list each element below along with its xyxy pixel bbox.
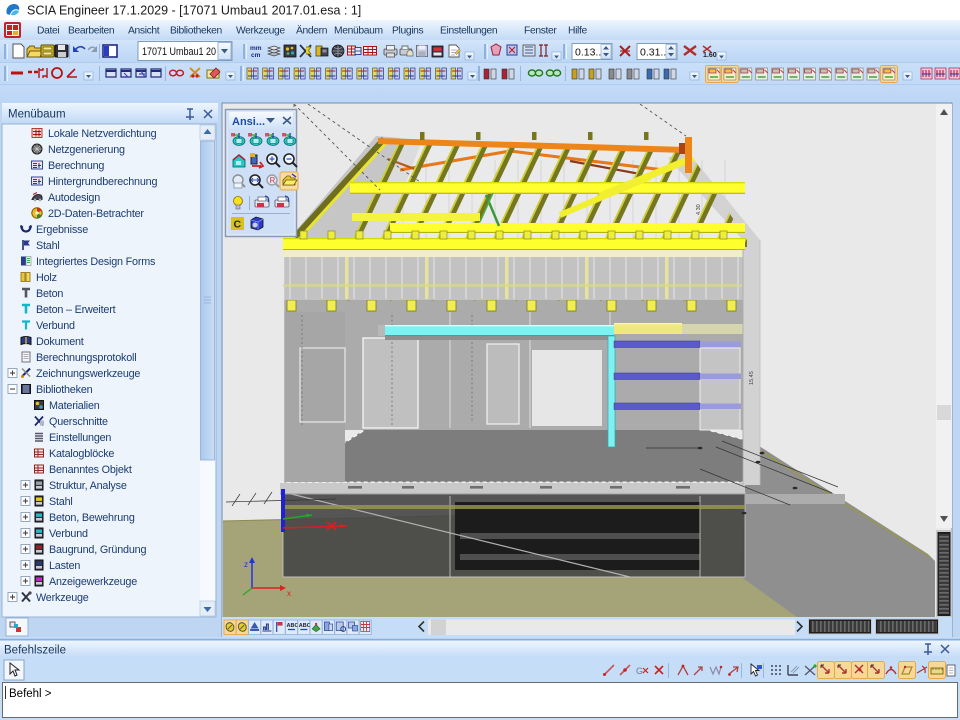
svg-text:R: R [270,176,276,185]
svg-text:Bibliotheken: Bibliotheken [36,384,93,396]
svg-text:Netzgenerierung: Netzgenerierung [48,144,125,156]
svg-text:Dokument: Dokument [36,336,84,348]
svg-text:Hintergrundberechnung: Hintergrundberechnung [48,176,157,188]
svg-text:Anzeigewerkzeuge: Anzeigewerkzeuge [49,576,137,588]
svg-text:Katalogblöcke: Katalogblöcke [49,448,114,460]
svg-text:Lasten: Lasten [49,560,80,572]
svg-text:SCIA Engineer 17.1.2029 - [170: SCIA Engineer 17.1.2029 - [17071 Umbau1 … [27,4,361,18]
svg-text:Beton: Beton [36,288,63,300]
svg-text:Ergebnisse: Ergebnisse [36,224,88,236]
svg-text:Ansi...: Ansi... [232,116,265,128]
svg-text:Befehlszeile: Befehlszeile [4,645,66,657]
svg-text:ABC: ABC [287,623,299,629]
svg-text:Datei: Datei [37,26,59,37]
svg-text:Holz: Holz [36,272,57,284]
svg-text:Materialien: Materialien [49,400,100,412]
svg-text:Menübaum: Menübaum [334,26,383,37]
svg-text:Stahl: Stahl [49,496,73,508]
svg-text:Beton, Bewehrung: Beton, Bewehrung [49,512,135,524]
svg-text:Zeichnungswerkzeuge: Zeichnungswerkzeuge [36,368,140,380]
svg-text:Stahl: Stahl [36,240,60,252]
svg-text:G: G [636,666,643,676]
svg-text:Baugrund, Gründung: Baugrund, Gründung [49,544,146,556]
svg-text:2D-Daten-Betrachter: 2D-Daten-Betrachter [48,208,144,220]
svg-text:z: z [244,560,248,569]
svg-text:Autodesign: Autodesign [48,192,100,204]
svg-text:cm: cm [251,52,261,59]
svg-text:Integriertes Design Forms: Integriertes Design Forms [36,256,156,268]
svg-text:Bearbeiten: Bearbeiten [68,26,115,37]
svg-text:Einstellungen: Einstellungen [49,432,111,444]
svg-text:Beton – Erweitert: Beton – Erweitert [36,304,116,316]
svg-text:0.13...: 0.13... [575,47,604,59]
svg-text:Berechnung: Berechnung [48,160,104,172]
svg-text:Verbund: Verbund [49,528,88,540]
svg-text:Einstellungen: Einstellungen [440,26,498,37]
svg-text:Benanntes Objekt: Benanntes Objekt [49,464,132,476]
svg-text:Ändern: Ändern [296,25,328,37]
svg-text:Lokale Netzverdichtung: Lokale Netzverdichtung [48,128,157,140]
svg-text:x: x [287,589,291,598]
svg-text:Struktur, Analyse: Struktur, Analyse [49,480,127,492]
svg-text:15.45: 15.45 [749,371,755,385]
svg-text:Hilfe: Hilfe [568,26,587,37]
svg-text:Berechnungsprotokoll: Berechnungsprotokoll [36,352,136,364]
svg-text:Werkzeuge: Werkzeuge [36,592,89,604]
svg-text:0.31...: 0.31... [640,47,669,59]
svg-text:Bibliotheken: Bibliotheken [170,26,223,37]
svg-text:C: C [234,219,242,231]
svg-text:ABC: ABC [299,623,311,629]
svg-text:Querschnitte: Querschnitte [49,416,108,428]
svg-text:Plugins: Plugins [392,26,424,37]
svg-text:Ansicht: Ansicht [128,26,160,37]
svg-text:17071 Umbau1 20: 17071 Umbau1 20 [142,46,216,58]
svg-text:Werkzeuge: Werkzeuge [236,26,285,37]
svg-text:Verbund: Verbund [36,320,75,332]
svg-text:Menübaum: Menübaum [8,109,66,121]
svg-text:mm: mm [250,45,262,52]
svg-text:Befehl >: Befehl > [9,688,52,700]
svg-text:1.60: 1.60 [703,52,717,59]
svg-text:Fenster: Fenster [524,26,557,37]
